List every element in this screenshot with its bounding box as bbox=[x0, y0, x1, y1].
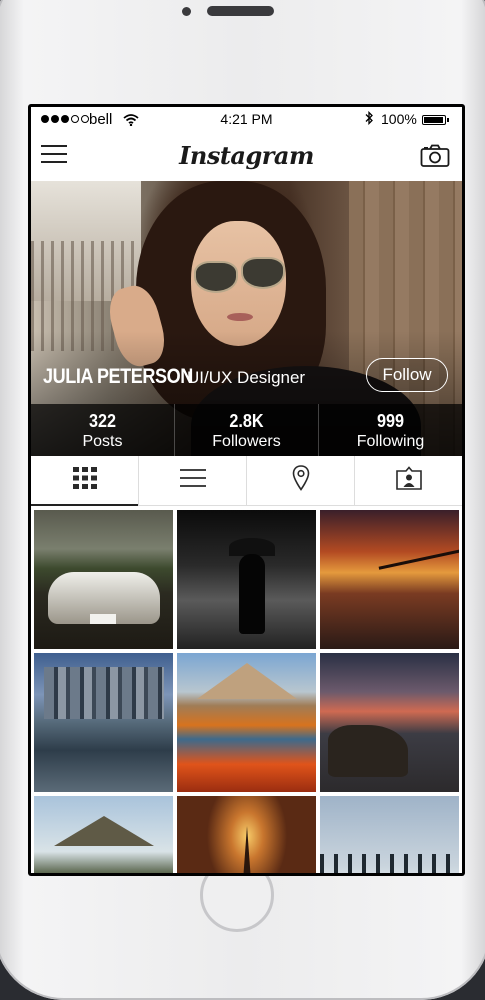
sunglasses-right-lens bbox=[241, 257, 285, 289]
cover-portrait-lips bbox=[227, 313, 253, 321]
battery-percent: 100% bbox=[381, 111, 417, 127]
stat-followers[interactable]: 2.8K Followers bbox=[175, 404, 319, 456]
stat-label: Posts bbox=[82, 433, 123, 450]
photo-skyline-shape bbox=[44, 667, 164, 719]
location-pin-icon bbox=[292, 465, 310, 496]
photo-rock-shape bbox=[328, 725, 408, 777]
stat-following[interactable]: 999 Following bbox=[319, 404, 462, 456]
bluetooth-icon bbox=[364, 110, 374, 128]
photo-tile-autumn-lake[interactable] bbox=[177, 653, 316, 792]
stat-value: 2.8K bbox=[229, 411, 264, 431]
photo-mountain-shape bbox=[197, 663, 297, 699]
sunglasses-left-lens bbox=[194, 261, 238, 293]
follow-button[interactable]: Follow bbox=[366, 358, 448, 392]
photo-tile-volcano[interactable] bbox=[34, 796, 173, 873]
profile-stats-bar: 322 Posts 2.8K Followers 999 Following bbox=[31, 404, 462, 456]
photo-tile-coastal-rocks[interactable] bbox=[320, 653, 459, 792]
profile-name: JULIA PETERSON bbox=[43, 365, 193, 388]
photo-tile-snowy-trees[interactable] bbox=[320, 796, 459, 873]
tab-list[interactable] bbox=[139, 456, 247, 505]
photo-bridge-shape bbox=[378, 549, 459, 570]
earpiece-speaker bbox=[207, 6, 274, 16]
photo-figure-shape bbox=[239, 554, 265, 634]
stat-value: 322 bbox=[88, 411, 117, 431]
proximity-sensor bbox=[182, 7, 191, 16]
photo-tile-umbrella-rain[interactable] bbox=[177, 510, 316, 649]
tagged-person-icon bbox=[395, 466, 422, 495]
tab-location[interactable] bbox=[247, 456, 355, 505]
photo-tower-shape bbox=[239, 826, 255, 873]
list-icon bbox=[179, 468, 206, 493]
grid-icon bbox=[72, 467, 97, 494]
stat-label: Following bbox=[356, 433, 425, 450]
tab-tagged[interactable] bbox=[355, 456, 462, 505]
photo-car-plate bbox=[90, 614, 116, 624]
photo-tile-classic-car[interactable] bbox=[34, 510, 173, 649]
photo-trees-shape bbox=[320, 854, 459, 873]
app-logo: Instagram bbox=[179, 141, 314, 170]
top-nav-bar: Instagram bbox=[31, 131, 462, 181]
profile-cover-photo: JULIA PETERSON UI/UX Designer Follow 322… bbox=[31, 181, 462, 456]
tab-grid[interactable] bbox=[31, 456, 139, 506]
profile-view-tabs bbox=[31, 456, 462, 506]
phone-screen: bell 4:21 PM 100% Instagram JULIA PETERS… bbox=[28, 104, 465, 876]
camera-icon[interactable] bbox=[420, 144, 450, 173]
profile-role: UI/UX Designer bbox=[187, 368, 306, 387]
stat-label: Followers bbox=[212, 433, 281, 450]
photo-tile-eiffel-fog[interactable] bbox=[177, 796, 316, 873]
photo-tile-city-skyline[interactable] bbox=[34, 653, 173, 792]
stat-posts[interactable]: 322 Posts bbox=[31, 404, 175, 456]
photo-volcano-shape bbox=[54, 816, 154, 846]
app-screen: bell 4:21 PM 100% Instagram JULIA PETERS… bbox=[31, 107, 462, 873]
stat-value: 999 bbox=[376, 411, 405, 431]
status-bar: bell 4:21 PM 100% bbox=[31, 107, 462, 131]
photo-tile-bridge-sunset[interactable] bbox=[320, 510, 459, 649]
battery-icon bbox=[422, 115, 449, 125]
battery-fill bbox=[424, 117, 443, 123]
photo-grid bbox=[31, 507, 462, 873]
